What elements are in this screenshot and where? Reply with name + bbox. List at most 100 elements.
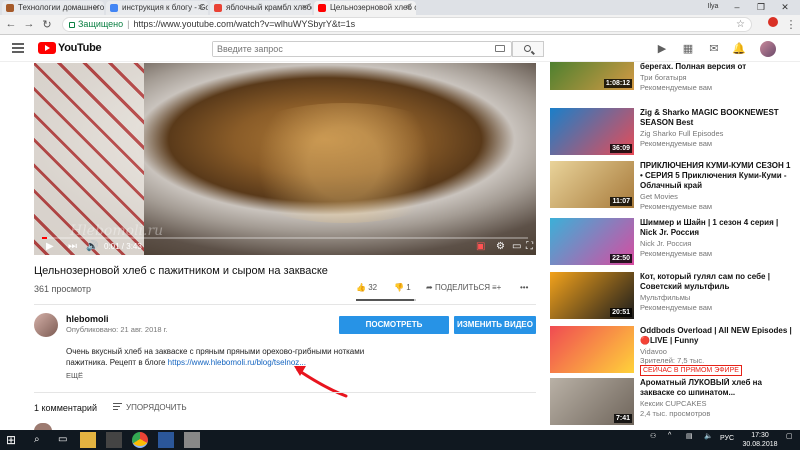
related-video-item[interactable]: 36:09 Zig & Sharko MAGIC BOOKNEWEST SEAS…: [548, 108, 800, 164]
reload-icon[interactable]: ↻: [40, 18, 54, 31]
browser-tab-4-active[interactable]: Цельнозерновой хлеб с ✕: [314, 1, 416, 15]
thumbs-up-icon: 👍: [356, 283, 366, 292]
related-video-title[interactable]: Oddbods Overload | All NEW Episodes | 🔴L…: [640, 326, 792, 346]
mail-app-icon[interactable]: [106, 432, 122, 448]
related-video-title[interactable]: Кот, который гулял сам по себе | Советск…: [640, 272, 792, 292]
related-video-channel: Кексик CUPCAKES: [640, 399, 707, 408]
bookmark-star-icon[interactable]: ☆: [736, 18, 745, 31]
video-thumbnail[interactable]: 36:09: [550, 108, 634, 155]
close-tab-icon[interactable]: ✕: [93, 1, 100, 15]
sort-comments-button[interactable]: УПОРЯДОЧИТЬ: [113, 403, 187, 412]
people-icon[interactable]: ⚇: [650, 432, 656, 440]
view-count: 361 просмотр: [34, 284, 92, 294]
task-view-icon[interactable]: ▭: [58, 432, 72, 448]
video-player[interactable]: Hlebomoli.ru ▶ ⏭ 🔊 0:01 / 3:43 ▣ ⚙ ▭ ⛶: [34, 63, 536, 255]
account-avatar[interactable]: [760, 41, 776, 57]
related-video-title[interactable]: Ароматный ЛУКОВЫЙ хлеб на закваске со шп…: [640, 378, 792, 398]
window-close-icon[interactable]: ✕: [776, 0, 794, 14]
taskbar-search-icon[interactable]: ⌕: [34, 432, 48, 448]
related-video-item[interactable]: 22:50 Шиммер и Шайн | 1 сезон 4 серия | …: [548, 218, 800, 274]
edit-video-button[interactable]: ИЗМЕНИТЬ ВИДЕО: [454, 316, 536, 334]
upload-video-icon[interactable]: ▶: [656, 43, 668, 55]
notifications-center-icon[interactable]: ▢: [786, 432, 793, 440]
tab-label: Цельнозерновой хлеб с: [330, 3, 416, 12]
fullscreen-icon[interactable]: ⛶: [526, 241, 533, 253]
related-video-item[interactable]: 11:07 ПРИКЛЮЧЕНИЯ КУМИ-КУМИ СЕЗОН 1 • СЕ…: [548, 161, 800, 217]
browser-menu-icon[interactable]: ⋮: [784, 18, 798, 31]
notifications-bell-icon[interactable]: 🔔: [732, 43, 746, 55]
close-tab-icon[interactable]: ✕: [301, 1, 308, 15]
windows-start-icon[interactable]: ⊞: [6, 432, 20, 448]
back-icon[interactable]: ←: [4, 18, 18, 30]
browser-tab-1[interactable]: Технологии домашнего ✕: [2, 1, 104, 15]
like-button[interactable]: 👍 32: [356, 283, 377, 292]
dislike-button[interactable]: 👎 1: [394, 283, 411, 292]
related-video-item[interactable]: 20:51 Кот, который гулял сам по себе | С…: [548, 272, 800, 328]
word-taskbar-icon[interactable]: [158, 432, 174, 448]
network-icon[interactable]: ▤: [686, 432, 693, 440]
share-label: ПОДЕЛИТЬСЯ: [434, 283, 491, 292]
live-badge: СЕЙЧАС В ПРЯМОМ ЭФИРЕ: [640, 365, 742, 376]
close-tab-icon[interactable]: ✕: [405, 1, 412, 15]
volume-icon[interactable]: 🔊: [86, 241, 98, 253]
video-thumbnail[interactable]: 20:51: [550, 272, 634, 319]
secure-indicator[interactable]: Защищено: [69, 19, 123, 29]
chrome-taskbar-icon[interactable]: [132, 432, 148, 448]
subtitles-icon[interactable]: ▣: [476, 241, 485, 253]
related-video-title[interactable]: берегах. Полная версия от: [640, 62, 792, 72]
video-thumbnail[interactable]: [550, 326, 634, 373]
apps-grid-icon[interactable]: ▦: [682, 43, 694, 55]
channel-name[interactable]: hlebomoli: [66, 314, 109, 324]
more-actions-button[interactable]: •••: [520, 283, 528, 292]
related-video-title[interactable]: Zig & Sharko MAGIC BOOKNEWEST SEASON Bes…: [640, 108, 792, 128]
browser-tab-2[interactable]: инструкция к блогу - Go ✕: [106, 1, 208, 15]
language-indicator[interactable]: РУС: [720, 435, 734, 442]
description-link[interactable]: https://www.hlebomoli.ru/blog/tselnoz...: [168, 358, 306, 367]
keyboard-icon[interactable]: [495, 45, 505, 52]
sort-icon: [113, 403, 122, 412]
url-field[interactable]: Защищено | https://www.youtube.com/watch?v…: [62, 17, 752, 32]
hamburger-menu-icon[interactable]: [12, 43, 24, 53]
like-ratio-fill: [356, 299, 415, 301]
new-tab-button[interactable]: [418, 1, 436, 15]
file-explorer-icon[interactable]: [80, 432, 96, 448]
extension-icon[interactable]: [766, 17, 780, 30]
search-button[interactable]: [512, 41, 544, 57]
messages-icon[interactable]: ✉: [708, 43, 720, 55]
channel-avatar[interactable]: [34, 313, 58, 337]
logo-text: YouTube: [58, 42, 102, 55]
divider: [34, 304, 536, 305]
video-thumbnail[interactable]: 22:50: [550, 218, 634, 265]
related-video-meta: Рекомендуемые вам: [640, 139, 713, 148]
related-video-title[interactable]: ПРИКЛЮЧЕНИЯ КУМИ-КУМИ СЕЗОН 1 • СЕРИЯ 5 …: [640, 161, 792, 191]
youtube-logo[interactable]: YouTube: [38, 42, 102, 56]
tray-arrow-icon[interactable]: ^: [668, 432, 671, 439]
search-input[interactable]: [213, 42, 483, 56]
forward-icon[interactable]: →: [22, 18, 36, 30]
maximize-icon[interactable]: ❐: [752, 0, 770, 14]
related-video-item[interactable]: Oddbods Overload | All NEW Episodes | 🔴L…: [548, 326, 800, 382]
show-more-button[interactable]: ЕЩЁ: [66, 371, 83, 380]
video-thumbnail[interactable]: 11:07: [550, 161, 634, 208]
add-to-playlist-icon[interactable]: ≡+: [492, 283, 501, 292]
close-tab-icon[interactable]: ✕: [197, 1, 204, 15]
dislike-count: 1: [406, 283, 411, 292]
like-count: 32: [368, 283, 378, 292]
browser-tab-3[interactable]: яблочный крамбл хлебо ✕: [210, 1, 312, 15]
share-button[interactable]: ➦ ПОДЕЛИТЬСЯ: [426, 283, 490, 292]
related-video-item[interactable]: 7:41 Ароматный ЛУКОВЫЙ хлеб на закваске …: [548, 378, 800, 430]
tab-label: инструкция к блогу - Go: [122, 3, 208, 12]
taskbar-clock[interactable]: 17:30 30.08.2018: [740, 431, 780, 449]
video-thumbnail[interactable]: 1:08:12: [550, 62, 634, 90]
view-stats-button[interactable]: ПОСМОТРЕТЬ СТАТИСТИКУ: [339, 316, 449, 347]
play-icon[interactable]: ▶: [46, 241, 54, 253]
app-taskbar-icon[interactable]: [184, 432, 200, 448]
related-video-title[interactable]: Шиммер и Шайн | 1 сезон 4 серия | Nick J…: [640, 218, 792, 238]
next-icon[interactable]: ⏭: [68, 241, 77, 253]
minimize-icon[interactable]: –: [728, 0, 746, 14]
video-thumbnail[interactable]: 7:41: [550, 378, 634, 425]
theater-mode-icon[interactable]: ▭: [512, 241, 521, 253]
tab-label: Технологии домашнего: [18, 3, 104, 12]
settings-gear-icon[interactable]: ⚙: [496, 241, 505, 253]
volume-tray-icon[interactable]: 🔈: [704, 432, 713, 440]
